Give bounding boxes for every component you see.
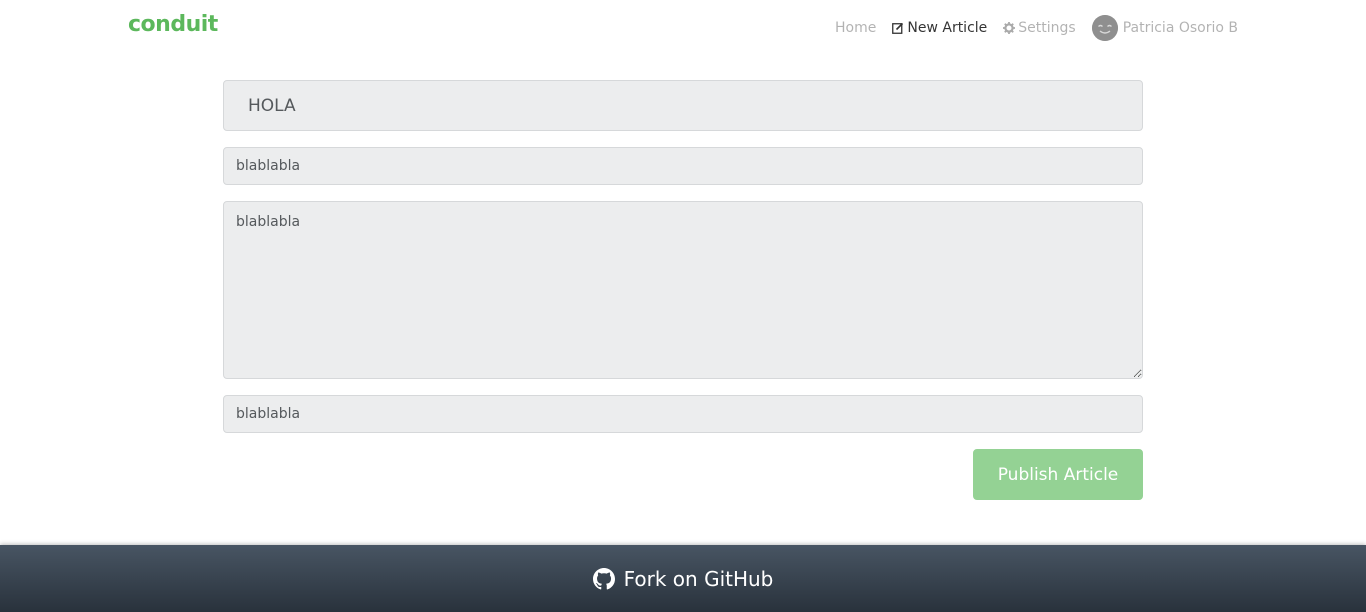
nav-settings-label: Settings	[1018, 20, 1076, 36]
brand-logo[interactable]: conduit	[128, 12, 218, 37]
nav-profile[interactable]: Patricia Osorio B	[1091, 15, 1238, 41]
edit-icon	[892, 22, 904, 34]
article-description-input[interactable]	[223, 147, 1143, 185]
nav-links: Home New Article Settings Patricia Osori…	[819, 15, 1238, 41]
article-tags-input[interactable]	[223, 395, 1143, 433]
nav-new-article-label: New Article	[907, 20, 988, 36]
nav-settings[interactable]: Settings	[1003, 20, 1076, 36]
publish-article-button[interactable]: Publish Article	[973, 449, 1143, 500]
nav-home-label: Home	[835, 20, 877, 36]
avatar	[1091, 15, 1118, 41]
nav-new-article[interactable]: New Article	[892, 20, 987, 36]
article-body-textarea[interactable]: blablabla	[223, 201, 1143, 379]
article-editor-form: blablabla	[223, 80, 1143, 433]
article-title-input[interactable]	[223, 80, 1143, 131]
footer-github-label: Fork on GitHub	[623, 566, 774, 591]
nav-home[interactable]: Home	[835, 20, 876, 36]
footer-github-link[interactable]: Fork on GitHub	[0, 545, 1366, 612]
github-icon	[592, 567, 615, 590]
nav-user-name: Patricia Osorio B	[1122, 20, 1238, 36]
gear-icon	[1003, 22, 1016, 34]
navbar: conduit Home New Article Settings Patric…	[0, 0, 1366, 56]
